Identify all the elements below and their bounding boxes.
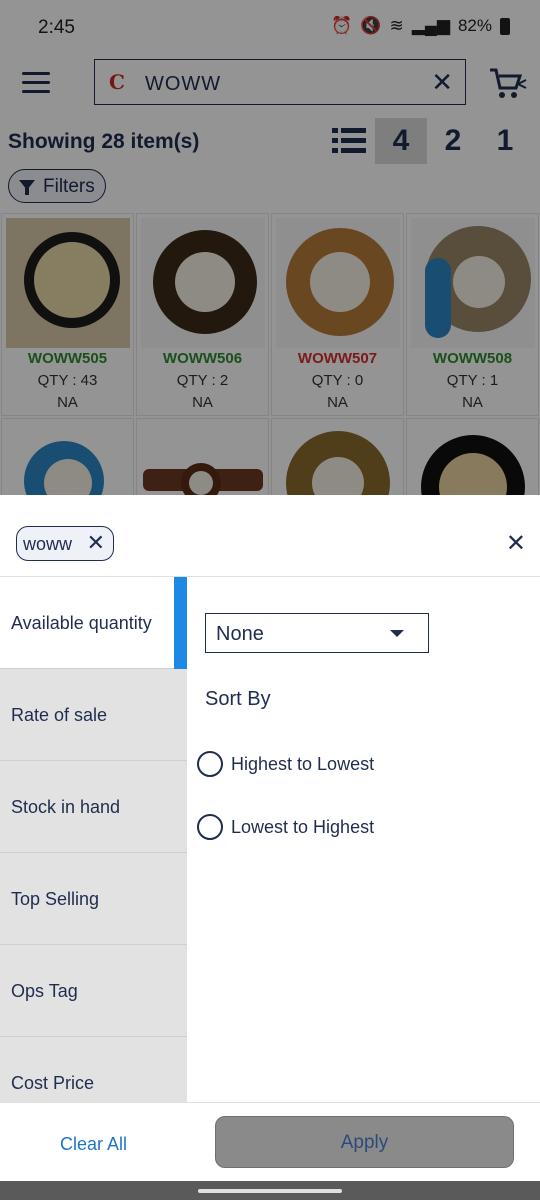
category-label: Stock in hand xyxy=(11,797,121,817)
close-icon[interactable]: ✕ xyxy=(506,529,526,558)
active-filter-chip[interactable]: woww ✕ xyxy=(16,526,114,561)
category-available-quantity[interactable]: Available quantity xyxy=(0,577,187,669)
modal-scrim[interactable] xyxy=(0,0,540,495)
category-cost-price[interactable]: Cost Price xyxy=(0,1037,187,1102)
sort-by-title: Sort By xyxy=(205,688,271,710)
remove-chip-icon[interactable]: ✕ xyxy=(87,530,105,556)
category-label: Top Selling xyxy=(11,889,100,909)
system-nav-bar xyxy=(0,1181,540,1200)
category-label: Cost Price xyxy=(11,1073,95,1093)
category-label: Rate of sale xyxy=(11,705,108,725)
filter-sheet-header: woww ✕ ✕ xyxy=(0,495,540,577)
sort-option-low-to-high[interactable]: Lowest to Highest xyxy=(197,813,497,843)
quantity-select[interactable]: None xyxy=(205,613,429,653)
category-ops-tag[interactable]: Ops Tag xyxy=(0,945,187,1037)
filter-category-list: Available quantity Rate of sale Stock in… xyxy=(0,577,187,1102)
category-label: Available quantity xyxy=(11,613,152,633)
category-rate-of-sale[interactable]: Rate of sale xyxy=(0,669,187,761)
dropdown-arrow-icon xyxy=(390,630,404,637)
filter-sheet: woww ✕ ✕ Available quantity Rate of sale… xyxy=(0,495,540,1181)
category-label: Ops Tag xyxy=(11,981,78,1001)
apply-button[interactable]: Apply xyxy=(215,1116,514,1168)
radio-label: Lowest to Highest xyxy=(231,817,375,837)
clear-all-button[interactable]: Clear All xyxy=(60,1134,127,1155)
home-gesture-handle[interactable] xyxy=(198,1189,342,1193)
radio-button[interactable] xyxy=(197,814,223,840)
radio-button[interactable] xyxy=(197,751,223,777)
filter-options-panel: None Sort By Highest to Lowest Lowest to… xyxy=(188,577,540,1102)
select-value: None xyxy=(216,623,264,645)
active-filter-label: woww xyxy=(23,534,73,554)
radio-label: Highest to Lowest xyxy=(231,754,375,774)
sort-option-high-to-low[interactable]: Highest to Lowest xyxy=(197,750,497,780)
filter-sheet-footer: Clear All Apply xyxy=(0,1102,540,1181)
category-stock-in-hand[interactable]: Stock in hand xyxy=(0,761,187,853)
category-top-selling[interactable]: Top Selling xyxy=(0,853,187,945)
